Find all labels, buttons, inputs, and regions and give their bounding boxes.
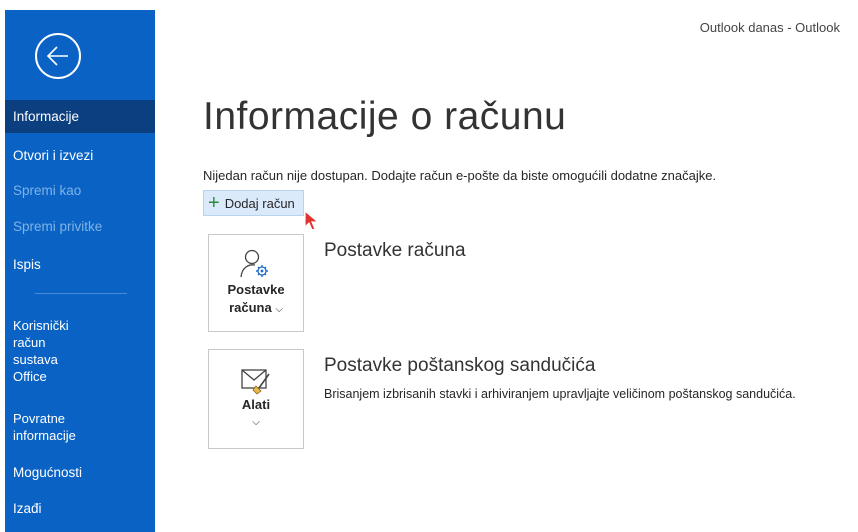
mailbox-settings-heading: Postavke poštanskog sandučića (324, 355, 596, 376)
window-title: Outlook danas - Outlook (699, 20, 840, 35)
nav-item-label-line: Povratne (13, 411, 66, 426)
account-settings-icon (240, 249, 268, 278)
nav-item-otvori-i-izvezi[interactable]: Otvori i izvezi (5, 148, 155, 163)
account-settings-tile-label-text: računa (229, 300, 272, 315)
nav-item-label-line: račun (13, 335, 46, 350)
mailbox-settings-description: Brisanjem izbrisanih stavki i arhiviranj… (324, 387, 796, 401)
account-settings-tile-label-line2: računa ⌵ (209, 299, 303, 319)
nav-item-izadi[interactable]: Izađi (5, 501, 155, 516)
nav-item-label-line: informacije (13, 428, 76, 443)
tools-tile[interactable]: Alati ⌵ (208, 349, 304, 449)
account-settings-heading: Postavke računa (324, 240, 466, 261)
add-account-button[interactable]: + Dodaj račun (203, 190, 304, 216)
no-account-notice: Nijedan račun nije dostupan. Dodajte rač… (203, 168, 717, 183)
nav-item-label-line: sustava (13, 352, 58, 367)
nav-item-povratne-informacije[interactable]: Povratne informacije (5, 410, 155, 444)
nav-item-mogucnosti[interactable]: Mogućnosti (5, 465, 155, 480)
plus-icon: + (208, 192, 220, 214)
tools-tile-label: Alati (241, 397, 271, 412)
mailbox-cleanup-icon (241, 369, 270, 395)
nav-item-informacije[interactable]: Informacije (5, 100, 155, 133)
backstage-sidebar: Informacije Otvori i izvezi Spremi kao S… (5, 10, 155, 532)
back-arrow-icon (46, 46, 68, 66)
back-button[interactable] (35, 33, 81, 79)
chevron-down-icon: ⌵ (252, 417, 260, 428)
nav-item-label-line: Korisnički (13, 318, 69, 333)
page-title: Informacije o računu (203, 95, 567, 138)
chevron-down-icon: ⌵ (275, 304, 283, 315)
nav-item-spremi-kao: Spremi kao (13, 183, 82, 198)
mouse-cursor-icon (304, 210, 320, 231)
nav-item-spremi-privitke: Spremi privitke (13, 219, 103, 234)
nav-item-label-line: Office (13, 369, 47, 384)
nav-item-ispis[interactable]: Ispis (5, 257, 155, 272)
nav-item-korisnicki-racun[interactable]: Korisnički račun sustava Office (5, 317, 155, 385)
add-account-label: Dodaj račun (224, 195, 295, 211)
account-settings-tile-label-line1: Postavke (227, 282, 285, 297)
account-settings-tile[interactable]: Postavke računa ⌵ (208, 234, 304, 332)
nav-divider (35, 293, 127, 294)
